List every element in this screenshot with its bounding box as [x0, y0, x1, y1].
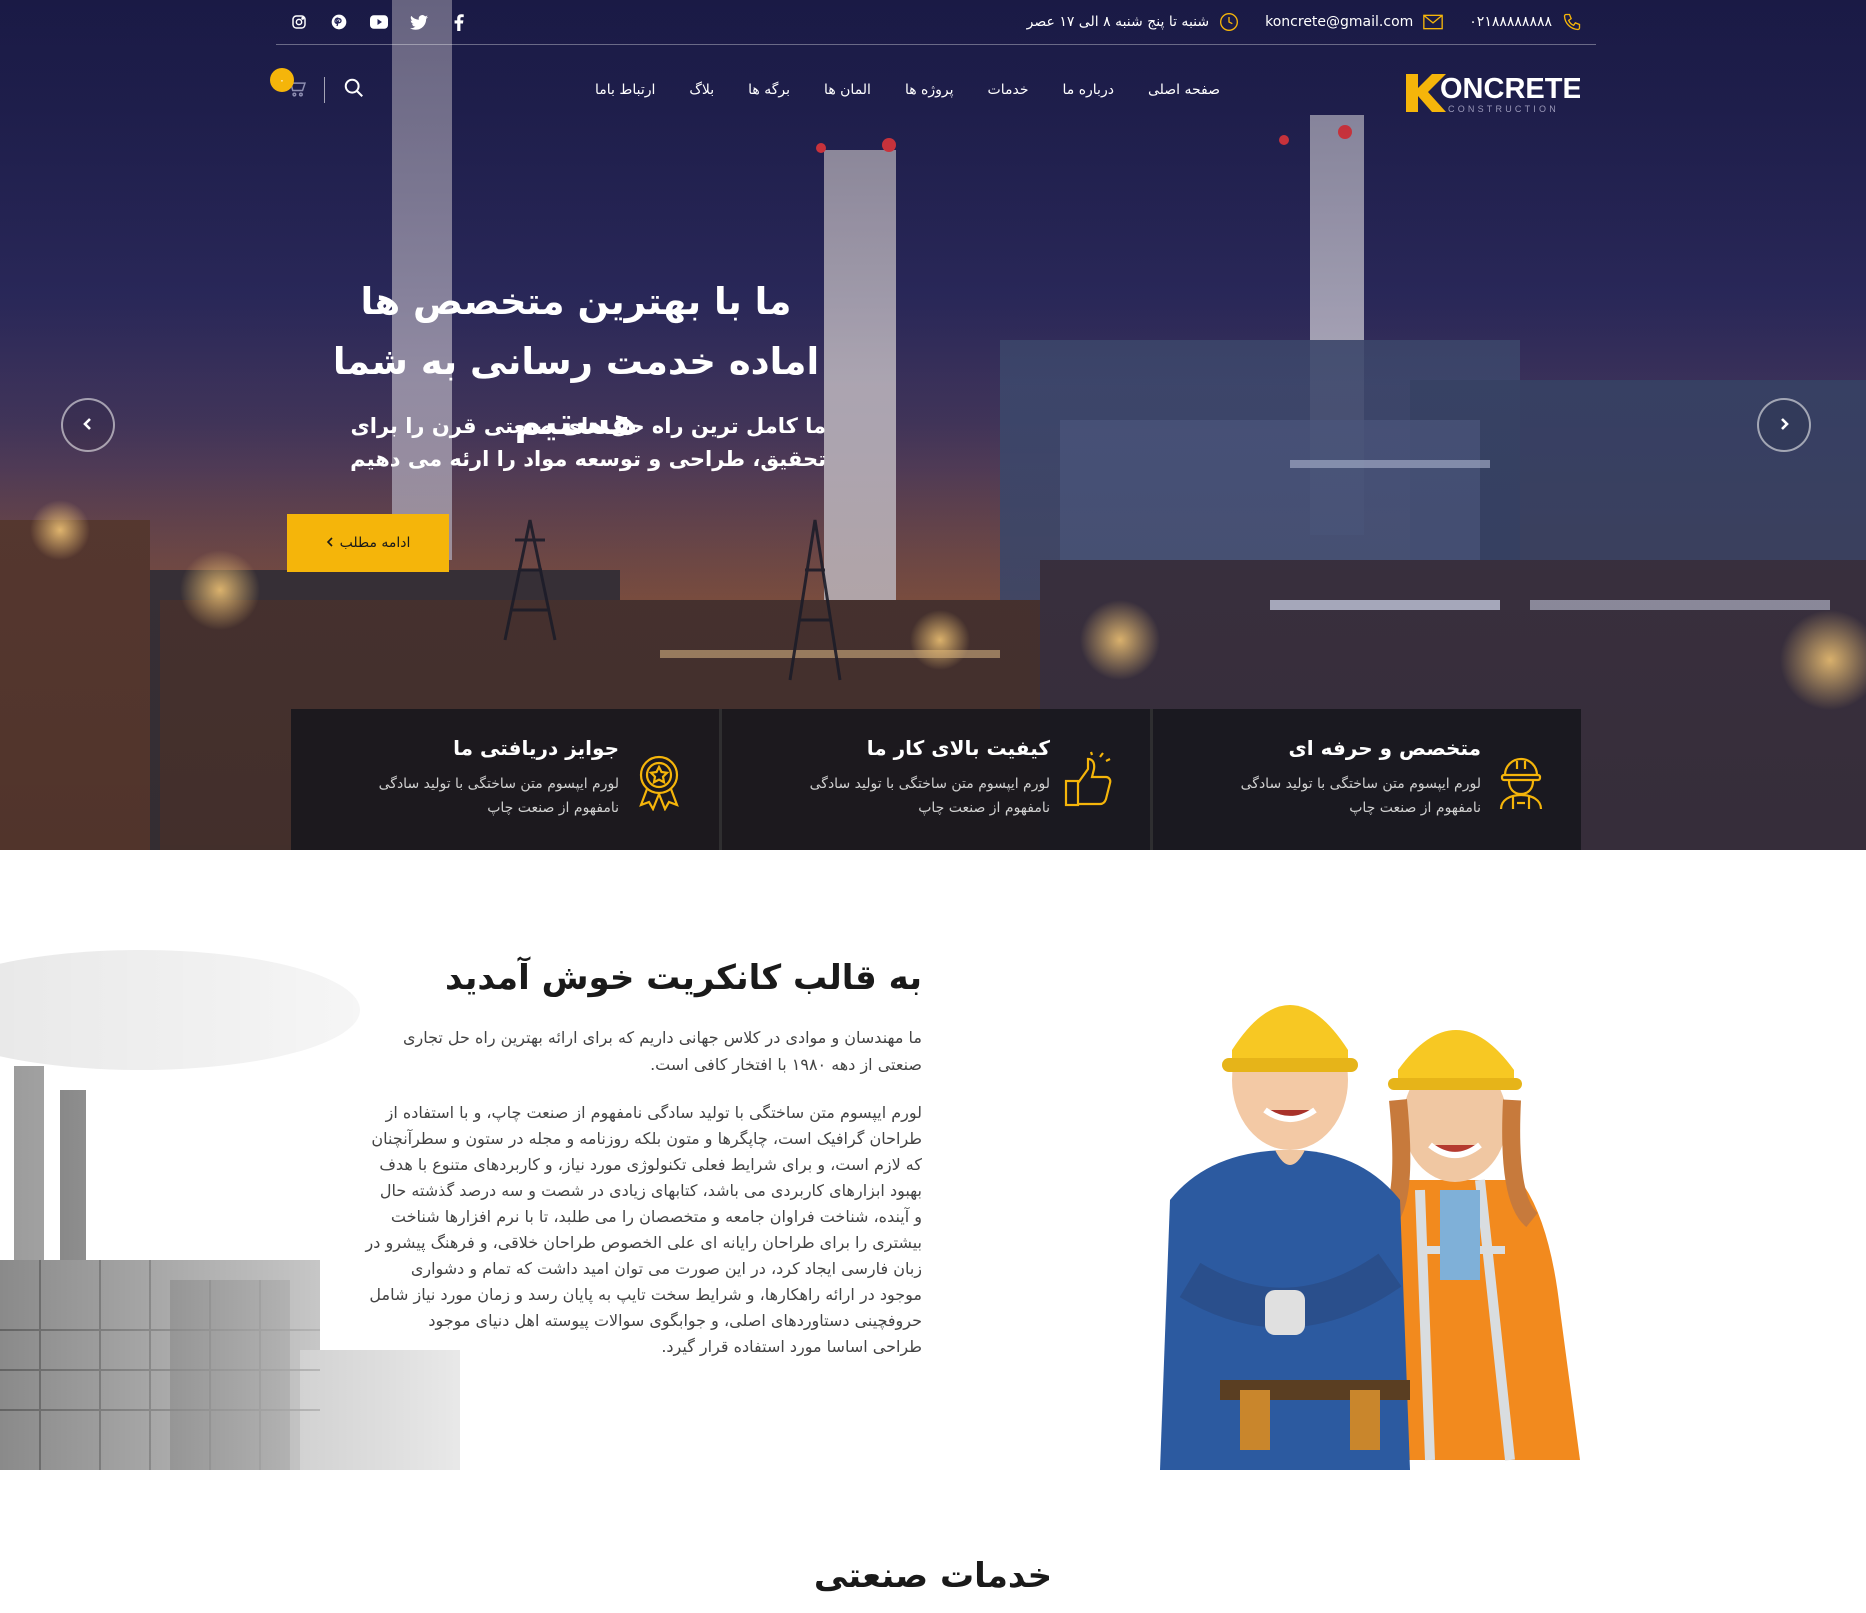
- main-navigation: ONCRETE CONSTRUCTION صفحه اصلی درباره ما…: [270, 58, 1596, 122]
- twitter-icon[interactable]: [410, 13, 428, 31]
- feature-expert: متخصص و حرفه ای لورم ایپسوم متن ساختگی ب…: [1150, 709, 1581, 850]
- koncrete-logo[interactable]: ONCRETE CONSTRUCTION: [1404, 68, 1582, 114]
- pinterest-icon[interactable]: [330, 13, 348, 31]
- feature-desc-line-1: لورم ایپسوم متن ساختگی با تولید سادگی: [809, 776, 1050, 792]
- welcome-body-line: حروفچینی دستاوردهای اصلی، و جوابگوی سوال…: [428, 1311, 922, 1330]
- hero-slider: ۰۲۱۸۸۸۸۸۸۸۸ koncrete@gmail.com شنبه تا پ…: [0, 0, 1866, 850]
- welcome-intro-line-1: ما مهندسان و موادی در کلاس جهانی داریم ک…: [402, 1028, 922, 1047]
- welcome-body-line: بیشتری را برای طراحان رایانه ای علی الخص…: [365, 1233, 922, 1252]
- chevron-small-left-icon: [326, 535, 334, 551]
- nav-tools: ۰: [270, 58, 369, 122]
- nav-item-projects[interactable]: پروژه ها: [905, 82, 954, 98]
- hero-title-line-1: ما با بهترین متخصص ها: [360, 280, 792, 323]
- logo-wordmark: ONCRETE: [1440, 73, 1580, 105]
- feature-title: کیفیت بالای کار ما: [866, 736, 1050, 760]
- nav-item-about[interactable]: درباره ما: [1062, 82, 1113, 98]
- email-address: koncrete@gmail.com: [1265, 14, 1414, 30]
- chevron-right-icon: [1777, 416, 1791, 435]
- feature-desc-line-2: نامفهوم از صنعت چاپ: [1349, 800, 1481, 816]
- contact-info: ۰۲۱۸۸۸۸۸۸۸۸ koncrete@gmail.com شنبه تا پ…: [1027, 0, 1582, 44]
- feature-description: لورم ایپسوم متن ساختگی با تولید سادگی نا…: [1181, 772, 1481, 820]
- services-section-title: خدمات صنعتی: [813, 1556, 1053, 1596]
- welcome-title: به قالب کانکریت خوش آمدید: [445, 958, 922, 998]
- welcome-body-line: و آینده، شناخت فراوان جامعه و متخصصان را…: [390, 1207, 922, 1226]
- nav-item-home[interactable]: صفحه اصلی: [1148, 82, 1220, 98]
- read-more-button[interactable]: ادامه مطلب: [287, 514, 449, 572]
- search-button[interactable]: [339, 75, 369, 105]
- award-medal-icon: [629, 751, 689, 812]
- welcome-body-line: موجود در ارائه راهکارها، و شرایط سخت تای…: [369, 1285, 922, 1304]
- working-hours: شنبه تا پنج شنبه ۸ الی ۱۷ عصر: [1026, 14, 1210, 30]
- welcome-intro: ما مهندسان و موادی در کلاس جهانی داریم ک…: [320, 1024, 922, 1078]
- hero-subtitle: ما کامل ترین راه حل های صنعتی قرن را برا…: [340, 410, 826, 476]
- welcome-body-line: طراحان گرافیک است، چاپگرها و متون بلکه ر…: [371, 1129, 922, 1148]
- welcome-body-line: زبان فارسی ایجاد کرد، در این صورت می توا…: [410, 1259, 922, 1278]
- feature-desc-line-2: نامفهوم از صنعت چاپ: [487, 800, 619, 816]
- slider-next-button[interactable]: [1757, 398, 1811, 452]
- welcome-body-line: بهبود ابزارهای کاربردی می باشد، کتابهای …: [379, 1181, 922, 1200]
- feature-title: متخصص و حرفه ای: [1288, 736, 1481, 760]
- welcome-body-line: لورم ایپسوم متن ساختگی با تولید سادگی نا…: [385, 1103, 922, 1122]
- top-bar: ۰۲۱۸۸۸۸۸۸۸۸ koncrete@gmail.com شنبه تا پ…: [276, 0, 1596, 45]
- envelope-icon: [1423, 12, 1444, 32]
- feature-description: لورم ایپسوم متن ساختگی با تولید سادگی نا…: [750, 772, 1050, 820]
- instagram-icon[interactable]: [290, 13, 308, 31]
- nav-divider: [324, 77, 325, 103]
- read-more-label: ادامه مطلب: [339, 535, 411, 551]
- search-icon: [343, 77, 365, 103]
- contact-hours: شنبه تا پنج شنبه ۸ الی ۱۷ عصر: [1027, 12, 1239, 32]
- slider-prev-button[interactable]: [61, 398, 115, 452]
- cart-count-badge: ۰: [270, 68, 294, 92]
- worker-helmet-icon: [1491, 751, 1551, 811]
- welcome-body-line: طراحی اساسا مورد استفاده قرار گیرد.: [661, 1337, 922, 1356]
- construction-workers-image: [1160, 1005, 1580, 1470]
- contact-email[interactable]: koncrete@gmail.com: [1265, 12, 1444, 32]
- nav-item-pages[interactable]: برگه ها: [748, 82, 790, 98]
- welcome-body: لورم ایپسوم متن ساختگی با تولید سادگی نا…: [310, 1100, 922, 1360]
- nav-item-elements[interactable]: المان ها: [824, 82, 871, 98]
- nav-item-contact[interactable]: ارتباط باما: [595, 82, 655, 98]
- hero-subtitle-line-2: تحقیق، طراحی و توسعه مواد را ارئه می دهی…: [350, 447, 826, 471]
- phone-number: ۰۲۱۸۸۸۸۸۸۸۸: [1469, 14, 1552, 30]
- nav-item-blog[interactable]: بلاگ: [689, 82, 714, 98]
- facebook-icon[interactable]: [450, 13, 468, 31]
- feature-title: جوایز دریافتی ما: [453, 736, 619, 760]
- menu-list: صفحه اصلی درباره ما خدمات پروژه ها المان…: [595, 58, 1220, 122]
- logo-tagline: CONSTRUCTION: [1448, 104, 1559, 114]
- clock-icon: [1219, 12, 1239, 32]
- feature-desc-line-1: لورم ایپسوم متن ساختگی با تولید سادگی: [378, 776, 619, 792]
- contact-phone[interactable]: ۰۲۱۸۸۸۸۸۸۸۸: [1469, 12, 1582, 32]
- welcome-intro-line-2: صنعتی از دهه ۱۹۸۰ با افتخار کافی است.: [650, 1055, 922, 1074]
- feature-quality: کیفیت بالای کار ما لورم ایپسوم متن ساختگ…: [719, 709, 1150, 850]
- thumbs-up-icon: [1060, 751, 1120, 811]
- phone-icon: [1562, 12, 1582, 32]
- hero-subtitle-line-1: ما کامل ترین راه حل های صنعتی قرن را برا…: [350, 414, 826, 438]
- feature-desc-line-2: نامفهوم از صنعت چاپ: [918, 800, 1050, 816]
- feature-awards: جوایز دریافتی ما لورم ایپسوم متن ساختگی …: [291, 709, 719, 850]
- feature-description: لورم ایپسوم متن ساختگی با تولید سادگی نا…: [319, 772, 619, 820]
- welcome-body-line: که لازم است، و برای شرایط فعلی تکنولوژی …: [379, 1155, 922, 1174]
- feature-boxes: متخصص و حرفه ای لورم ایپسوم متن ساختگی ب…: [291, 709, 1581, 850]
- youtube-icon[interactable]: [370, 13, 388, 31]
- social-links: [290, 0, 468, 44]
- nav-item-services[interactable]: خدمات: [988, 82, 1029, 98]
- chevron-left-icon: [81, 416, 95, 435]
- feature-desc-line-1: لورم ایپسوم متن ساختگی با تولید سادگی: [1240, 776, 1481, 792]
- cart-button[interactable]: ۰: [270, 68, 316, 110]
